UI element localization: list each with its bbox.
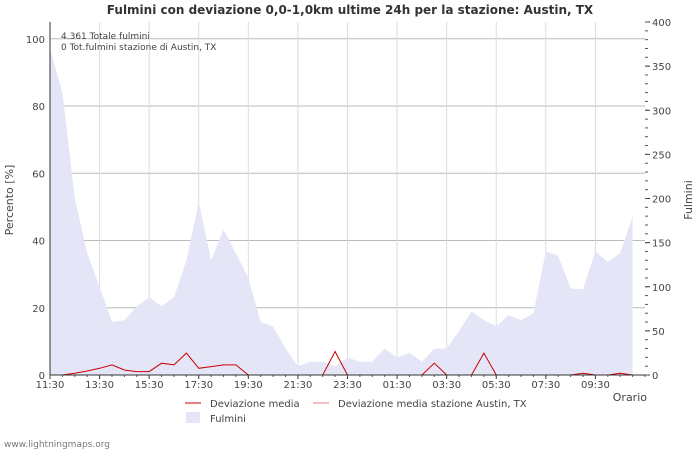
chart-title: Fulmini con deviazione 0,0-1,0km ultime … [107, 3, 594, 17]
y-right-tick-label: 300 [652, 106, 671, 117]
legend-label-deviazione-media: Deviazione media [210, 399, 300, 410]
y-right-tick-label: 200 [652, 195, 671, 206]
x-tick-label: 07:30 [531, 380, 560, 391]
x-tick-label: 11:30 [36, 380, 65, 391]
x-tick-label: 09:30 [581, 380, 610, 391]
legend-label-deviazione-stazione: Deviazione media stazione Austin, TX [338, 399, 527, 410]
footer-url: www.lightningmaps.org [4, 440, 110, 450]
y-right-tick-label: 350 [652, 62, 671, 73]
y-left-tick-label: 20 [32, 304, 45, 315]
y-right-tick-label: 400 [652, 18, 671, 29]
y-right-tick-label: 50 [652, 327, 665, 338]
y-right-tick-label: 250 [652, 150, 671, 161]
fulmini-area [50, 48, 633, 375]
x-tick-label: 13:30 [85, 380, 114, 391]
y-axis-left-label: Percento [%] [3, 165, 16, 236]
legend: Deviazione media Deviazione media stazio… [185, 399, 527, 425]
x-tick-label: 05:30 [482, 380, 511, 391]
legend-label-fulmini: Fulmini [210, 414, 246, 425]
y-left-tick-label: 100 [26, 35, 45, 46]
lightning-chart: 02040608010005010015020025030035040011:3… [3, 3, 695, 450]
x-tick-label: 17:30 [184, 380, 213, 391]
station-strikes-text: 0 Tot.fulmini stazione di Austin, TX [61, 43, 216, 53]
y-right-tick-label: 100 [652, 283, 671, 294]
x-tick-label: 21:30 [284, 380, 313, 391]
x-axis-label: Orario [613, 391, 648, 404]
x-tick-label: 01:30 [383, 380, 412, 391]
y-left-tick-label: 80 [32, 102, 45, 113]
y-left-tick-label: 40 [32, 237, 45, 248]
x-tick-label: 23:30 [333, 380, 362, 391]
x-tick-label: 19:30 [234, 380, 263, 391]
total-strikes-text: 4.361 Totale fulmini [61, 32, 150, 42]
y-left-tick-label: 60 [32, 169, 45, 180]
y-right-tick-label: 150 [652, 239, 671, 250]
x-tick-label: 15:30 [135, 380, 164, 391]
x-tick-label: 03:30 [432, 380, 461, 391]
y-right-tick-label: 0 [652, 371, 658, 382]
legend-swatch-fulmini [186, 412, 200, 423]
y-axis-right-label: Fulmini [682, 180, 695, 220]
